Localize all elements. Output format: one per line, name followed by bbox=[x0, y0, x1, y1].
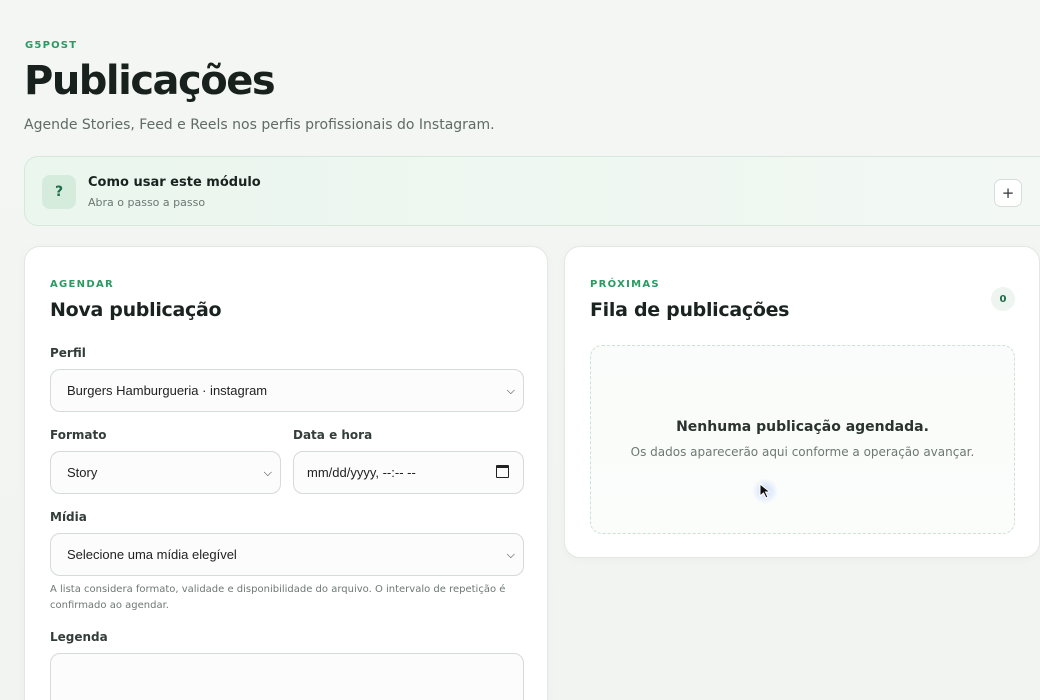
expand-help-button[interactable]: + bbox=[994, 179, 1022, 207]
caption-textarea[interactable] bbox=[50, 653, 524, 700]
chevron-down-icon: ⌵ bbox=[506, 549, 515, 561]
media-hint: A lista considera formato, validade e di… bbox=[50, 584, 506, 611]
queue-title: Fila de publicações bbox=[590, 299, 790, 321]
profile-label: Perfil bbox=[50, 346, 86, 360]
plus-icon: + bbox=[1001, 184, 1015, 202]
calendar-icon[interactable] bbox=[496, 465, 509, 478]
datetime-label: Data e hora bbox=[293, 428, 373, 442]
queue-count-badge: 0 bbox=[991, 287, 1015, 311]
chevron-down-icon: ⌵ bbox=[263, 467, 272, 479]
schedule-title: Nova publicação bbox=[50, 299, 222, 321]
queue-empty-state: Nenhuma publicação agendada. Os dados ap… bbox=[590, 345, 1015, 534]
empty-state-title: Nenhuma publicação agendada. bbox=[676, 419, 929, 435]
profile-select[interactable]: Burgers Hamburgueria · instagram ⌵ bbox=[50, 369, 524, 412]
help-panel[interactable]: ? Como usar este módulo Abra o passo a p… bbox=[24, 156, 1040, 226]
datetime-value: mm/dd/yyyy, --:-- -- bbox=[307, 465, 416, 480]
format-select-value: Story bbox=[67, 465, 98, 480]
queue-eyebrow: PRÓXIMAS bbox=[590, 279, 660, 290]
question-icon: ? bbox=[42, 175, 76, 209]
schedule-card: AGENDAR Nova publicação Perfil Burgers H… bbox=[24, 246, 548, 700]
format-select[interactable]: Story ⌵ bbox=[50, 451, 281, 494]
brand-label: G5POST bbox=[25, 40, 78, 51]
page-subtitle: Agende Stories, Feed e Reels nos perfis … bbox=[24, 117, 495, 133]
queue-card: PRÓXIMAS Fila de publicações 0 Nenhuma p… bbox=[564, 246, 1040, 558]
media-select[interactable]: Selecione uma mídia elegível ⌵ bbox=[50, 533, 524, 576]
page-title: Publicações bbox=[24, 58, 276, 104]
caption-label: Legenda bbox=[50, 630, 108, 644]
help-title: Como usar este módulo bbox=[88, 175, 261, 190]
media-label: Mídia bbox=[50, 510, 87, 524]
empty-state-subtitle: Os dados aparecerão aqui conforme a oper… bbox=[630, 445, 975, 459]
chevron-down-icon: ⌵ bbox=[506, 385, 515, 397]
format-label: Formato bbox=[50, 428, 107, 442]
schedule-eyebrow: AGENDAR bbox=[50, 279, 114, 290]
datetime-input[interactable]: mm/dd/yyyy, --:-- -- bbox=[293, 451, 524, 494]
profile-select-value: Burgers Hamburgueria · instagram bbox=[67, 383, 268, 398]
help-subtitle: Abra o passo a passo bbox=[88, 196, 206, 209]
media-select-value: Selecione uma mídia elegível bbox=[67, 547, 237, 562]
mouse-cursor-icon bbox=[752, 478, 778, 504]
